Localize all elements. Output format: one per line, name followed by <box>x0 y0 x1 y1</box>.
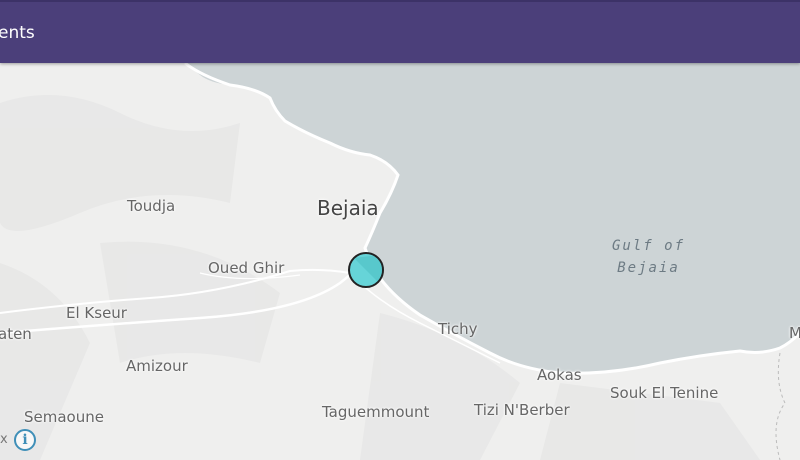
header-title: ents <box>0 23 35 43</box>
place-label-semaoune: Semaoune <box>24 408 104 426</box>
place-label-oued-ghir: Oued Ghir <box>208 259 285 277</box>
place-label-souk-el-tenine: Souk El Tenine <box>610 384 719 402</box>
place-label-taguemmount: Taguemmount <box>322 403 430 421</box>
map-canvas[interactable]: Toudja Bejaia Oued Ghir El Kseur aten Ti… <box>0 63 800 460</box>
place-label-el-kseur: El Kseur <box>66 304 127 322</box>
place-label-edge: M <box>789 324 800 342</box>
attribution-close-icon[interactable]: x <box>0 432 8 447</box>
place-label-aokas: Aokas <box>537 366 582 384</box>
place-label-tizi-n-berber: Tizi N'Berber <box>474 401 570 419</box>
info-icon[interactable]: i <box>14 429 36 451</box>
water-label-line2: Bejaia <box>617 260 680 276</box>
event-circle-marker[interactable] <box>348 252 384 288</box>
app-header: ents <box>0 0 800 63</box>
place-label-bejaia: Bejaia <box>317 196 379 220</box>
place-label-tichy: Tichy <box>438 320 478 338</box>
water-label-line1: Gulf of <box>612 238 686 254</box>
place-label-aten: aten <box>0 325 32 343</box>
water-label-gulf-of-bejaia: Gulf of Bejaia <box>612 235 685 279</box>
marker-shade <box>354 254 382 286</box>
place-label-toudja: Toudja <box>127 197 176 215</box>
place-label-amizour: Amizour <box>126 357 188 375</box>
